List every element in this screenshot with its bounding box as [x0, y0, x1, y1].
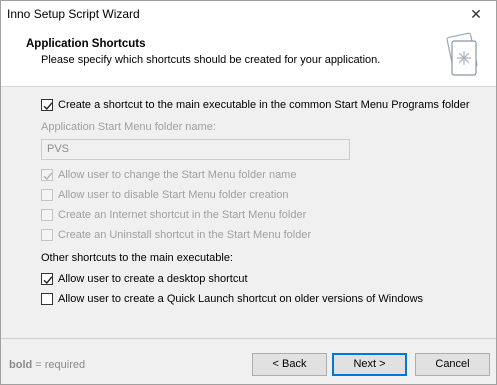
wizard-page-icon: [446, 32, 478, 76]
options-panel-lower: Allow user to change the Start Menu fold…: [1, 87, 496, 337]
desktop-shortcut-option[interactable]: Allow user to create a desktop shortcut: [41, 273, 248, 285]
uninstall-shortcut-checkbox[interactable]: [41, 229, 53, 241]
internet-shortcut-label: Create an Internet shortcut in the Start…: [58, 209, 307, 221]
allow-change-folder-checkbox[interactable]: [41, 169, 53, 181]
page-header: Application Shortcuts Please specify whi…: [1, 28, 496, 87]
allow-disable-folder-label: Allow user to disable Start Menu folder …: [58, 189, 289, 201]
quick-launch-shortcut-label: Allow user to create a Quick Launch shor…: [58, 293, 424, 305]
allow-change-folder-option[interactable]: Allow user to change the Start Menu fold…: [41, 169, 296, 181]
other-shortcuts-label: Other shortcuts to the main executable:: [41, 252, 233, 264]
required-note: bold = required: [9, 359, 85, 371]
page-title: Application Shortcuts: [26, 38, 146, 50]
allow-change-folder-label: Allow user to change the Start Menu fold…: [58, 169, 297, 181]
uninstall-shortcut-label: Create an Uninstall shortcut in the Star…: [58, 229, 312, 241]
desktop-shortcut-checkbox[interactable]: [41, 273, 53, 285]
next-button[interactable]: Next >: [332, 353, 407, 376]
back-button[interactable]: < Back: [252, 353, 327, 376]
desktop-shortcut-label: Allow user to create a desktop shortcut: [58, 273, 248, 285]
required-note-bold: bold: [9, 359, 33, 371]
page-subtitle: Please specify which shortcuts should be…: [41, 54, 381, 66]
allow-disable-folder-option[interactable]: Allow user to disable Start Menu folder …: [41, 189, 289, 201]
allow-disable-folder-checkbox[interactable]: [41, 189, 53, 201]
wizard-window: Inno Setup Script Wizard ✕ Application S…: [0, 0, 497, 385]
title-bar: Inno Setup Script Wizard ✕: [1, 1, 496, 28]
cancel-button[interactable]: Cancel: [415, 353, 490, 376]
footer-divider: [1, 338, 496, 339]
quick-launch-shortcut-option[interactable]: Allow user to create a Quick Launch shor…: [41, 293, 423, 305]
close-icon[interactable]: ✕: [462, 3, 490, 25]
internet-shortcut-checkbox[interactable]: [41, 209, 53, 221]
required-note-text: = required: [32, 359, 86, 371]
quick-launch-shortcut-checkbox[interactable]: [41, 293, 53, 305]
internet-shortcut-option[interactable]: Create an Internet shortcut in the Start…: [41, 209, 306, 221]
uninstall-shortcut-option[interactable]: Create an Uninstall shortcut in the Star…: [41, 229, 311, 241]
window-title: Inno Setup Script Wizard: [7, 7, 140, 21]
